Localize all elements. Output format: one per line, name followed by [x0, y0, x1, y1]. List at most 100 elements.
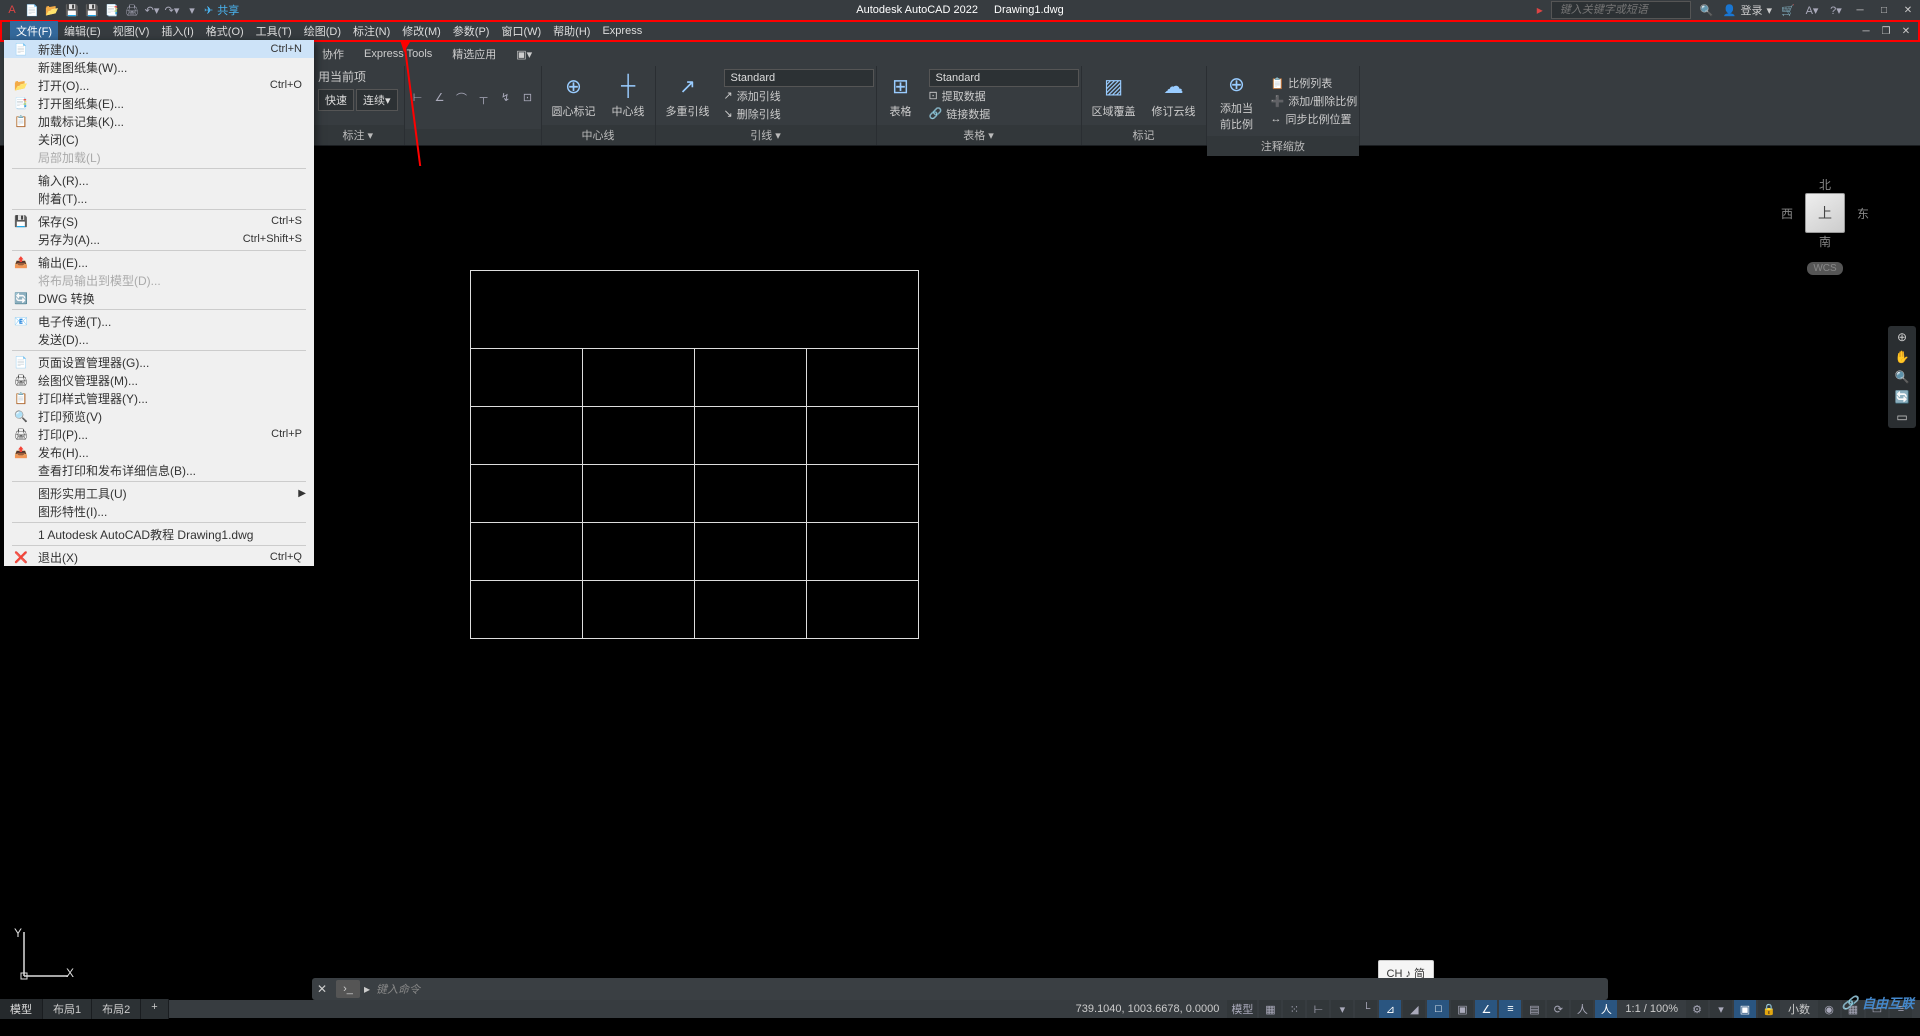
qat-more-icon[interactable]: ▾ — [184, 2, 200, 18]
qp-icon[interactable]: ▣ — [1734, 1000, 1756, 1018]
menu-绘图[interactable]: 绘图(D) — [298, 21, 347, 41]
wipeout-button[interactable]: ▨ 区域覆盖 — [1084, 71, 1144, 121]
minimize-button[interactable]: ─ — [1852, 3, 1868, 17]
file-menu-item[interactable]: 图形实用工具(U)▶ — [4, 484, 314, 502]
tab-add[interactable]: + — [141, 999, 168, 1019]
file-menu-item[interactable]: 📂打开(O)...Ctrl+O — [4, 76, 314, 94]
centerline-button[interactable]: ┼ 中心线 — [604, 71, 653, 121]
table-style-combo[interactable]: Standard — [929, 69, 1079, 87]
menu-窗口[interactable]: 窗口(W) — [495, 21, 547, 41]
fullnav-icon[interactable]: ⊕ — [1897, 330, 1907, 344]
save-icon[interactable]: 💾 — [64, 2, 80, 18]
redo-icon[interactable]: ↷▾ — [164, 2, 180, 18]
file-menu-item[interactable]: 📄页面设置管理器(G)... — [4, 353, 314, 371]
wcs-badge[interactable]: WCS — [1807, 262, 1842, 275]
revcloud-button[interactable]: ☁ 修订云线 — [1144, 71, 1204, 121]
file-menu-item[interactable]: 📤输出(E)... — [4, 253, 314, 271]
dynamic-icon[interactable]: ▾ — [1331, 1000, 1353, 1018]
jog-icon[interactable]: ↯ — [495, 88, 517, 108]
menu-帮助[interactable]: 帮助(H) — [547, 21, 596, 41]
isodraft-icon[interactable]: ◢ — [1403, 1000, 1425, 1018]
gear-icon[interactable]: ⚙ — [1686, 1000, 1708, 1018]
file-menu-item[interactable]: 📤发布(H)... — [4, 443, 314, 461]
scale-list-button[interactable]: 📋 比例列表 — [1271, 74, 1358, 92]
file-menu-item[interactable]: 📋打印样式管理器(Y)... — [4, 389, 314, 407]
saveall-icon[interactable]: 📑 — [104, 2, 120, 18]
menu-工具[interactable]: 工具(T) — [250, 21, 298, 41]
tab-layout2[interactable]: 布局2 — [92, 999, 141, 1019]
tolerance-icon[interactable]: ⊡ — [517, 88, 539, 108]
saveas-icon[interactable]: 💾 — [84, 2, 100, 18]
ws-icon[interactable]: ▾ — [1710, 1000, 1732, 1018]
otrack-icon[interactable]: ∠ — [1475, 1000, 1497, 1018]
menu-参数[interactable]: 参数(P) — [447, 21, 496, 41]
extract-data-button[interactable]: ⊡ 提取数据 — [929, 87, 1079, 105]
arc-icon[interactable]: ⌒ — [451, 88, 473, 108]
scale-display[interactable]: 1:1 / 100% — [1619, 1003, 1684, 1015]
viewcube[interactable]: 北 西 上 东 南 WCS — [1770, 176, 1880, 306]
annomon-icon[interactable]: 人 — [1571, 1000, 1593, 1018]
orbit-icon[interactable]: 🔄 — [1895, 390, 1910, 404]
file-menu-item[interactable]: 查看打印和发布详细信息(B)... — [4, 461, 314, 479]
annoscale-icon[interactable]: 人 — [1595, 1000, 1617, 1018]
centermark-button[interactable]: ⊕ 圆心标记 — [544, 71, 604, 121]
share-button[interactable]: ✈ 共享 — [204, 2, 239, 18]
menu-插入[interactable]: 插入(I) — [155, 21, 199, 41]
viewcube-top[interactable]: 上 — [1805, 193, 1845, 233]
search-input[interactable] — [1551, 1, 1691, 19]
osnap-icon[interactable]: □ — [1427, 1000, 1449, 1018]
mleader-style-combo[interactable]: Standard — [724, 69, 874, 87]
table-button[interactable]: ⊞ 表格 — [879, 71, 923, 121]
file-menu-item[interactable]: 输入(R)... — [4, 171, 314, 189]
login-button[interactable]: 👤 登录 ▾ — [1723, 2, 1772, 18]
file-menu-item[interactable]: 📧电子传递(T)... — [4, 312, 314, 330]
cmdline-close-icon[interactable]: ✕ — [312, 982, 332, 996]
file-menu-item[interactable]: 🖨绘图仪管理器(M)... — [4, 371, 314, 389]
file-menu-item[interactable]: 发送(D)... — [4, 330, 314, 348]
file-menu-item[interactable]: 新建图纸集(W)... — [4, 58, 314, 76]
file-menu-item[interactable]: 🔍打印预览(V) — [4, 407, 314, 425]
menu-格式[interactable]: 格式(O) — [200, 21, 250, 41]
sync-scale-button[interactable]: ↔ 同步比例位置 — [1271, 110, 1358, 128]
angular-icon[interactable]: ∠ — [429, 88, 451, 108]
menu-文件[interactable]: 文件(F) — [10, 21, 58, 41]
link-data-button[interactable]: 🔗 链接数据 — [929, 105, 1079, 123]
plot-icon[interactable]: 🖨 — [124, 2, 140, 18]
file-menu-item[interactable]: 关闭(C) — [4, 130, 314, 148]
file-menu-item[interactable]: 📑打开图纸集(E)... — [4, 94, 314, 112]
units-label[interactable]: 小数 — [1782, 1001, 1816, 1017]
lock-icon[interactable]: 🔒 — [1758, 1000, 1780, 1018]
quick-dim-button[interactable]: 快速 — [318, 89, 354, 111]
showmotion-icon[interactable]: ▭ — [1896, 410, 1907, 424]
tab-model[interactable]: 模型 — [0, 999, 43, 1019]
file-menu-item[interactable]: 另存为(A)...Ctrl+Shift+S — [4, 230, 314, 248]
menu-修改[interactable]: 修改(M) — [396, 21, 447, 41]
remove-leader-button[interactable]: ↘ 删除引线 — [724, 105, 874, 123]
transparency-icon[interactable]: ▤ — [1523, 1000, 1545, 1018]
doc-minimize-button[interactable]: ─ — [1858, 24, 1874, 38]
polar-icon[interactable]: ⊿ — [1379, 1000, 1401, 1018]
cmdline-prompt-icon[interactable]: ›_ — [336, 980, 360, 998]
infer-icon[interactable]: ⊢ — [1307, 1000, 1329, 1018]
ordinate-icon[interactable]: ┬ — [473, 88, 495, 108]
file-menu-item[interactable]: 附着(T)... — [4, 189, 314, 207]
tab-appearance-toggle[interactable]: ▣▾ — [506, 45, 542, 64]
add-leader-button[interactable]: ↗ 添加引线 — [724, 87, 874, 105]
menu-视图[interactable]: 视图(V) — [107, 21, 156, 41]
file-menu-item[interactable]: 🖨打印(P)...Ctrl+P — [4, 425, 314, 443]
3dosnap-icon[interactable]: ▣ — [1451, 1000, 1473, 1018]
hwacc-icon[interactable]: ◉ — [1818, 1000, 1840, 1018]
doc-close-button[interactable]: ✕ — [1898, 24, 1914, 38]
grid-icon[interactable]: ▦ — [1259, 1000, 1281, 1018]
ortho-icon[interactable]: └ — [1355, 1000, 1377, 1018]
doc-restore-button[interactable]: ❐ — [1878, 24, 1894, 38]
file-menu-item[interactable]: 🔄DWG 转换 — [4, 289, 314, 307]
file-menu-item[interactable]: 📄新建(N)...Ctrl+N — [4, 40, 314, 58]
tab-featured[interactable]: 精选应用 — [442, 43, 506, 65]
open-icon[interactable]: 📂 — [44, 2, 60, 18]
tab-collaborate[interactable]: 协作 — [312, 43, 354, 65]
lwt-icon[interactable]: ≡ — [1499, 1000, 1521, 1018]
tab-express-tools[interactable]: Express Tools — [354, 45, 442, 63]
file-menu-item[interactable]: 💾保存(S)Ctrl+S — [4, 212, 314, 230]
selcycle-icon[interactable]: ⟳ — [1547, 1000, 1569, 1018]
